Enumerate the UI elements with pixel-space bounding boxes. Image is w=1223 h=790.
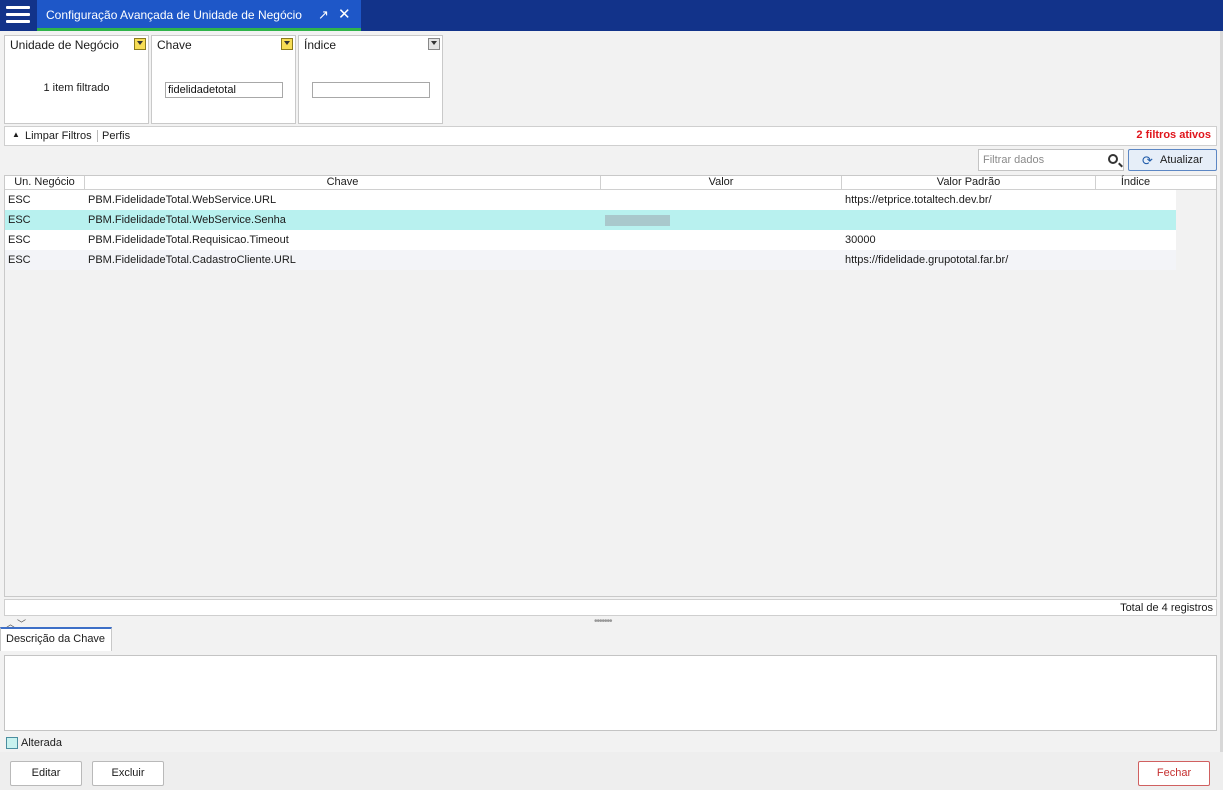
column-header-indice[interactable]: Índice: [1096, 176, 1176, 190]
cell-valor-padrao: https://etprice.totaltech.dev.br/: [845, 194, 992, 206]
filter-card-chave[interactable]: Chave: [151, 35, 296, 124]
data-grid: Un. Negócio Chave Valor Valor Padrão Índ…: [4, 175, 1217, 597]
delete-button[interactable]: Excluir: [92, 761, 164, 786]
total-records: Total de 4 registros: [1120, 602, 1213, 614]
tab-descricao-chave[interactable]: Descrição da Chave: [0, 627, 112, 651]
alterada-label: Alterada: [21, 737, 62, 749]
hamburger-menu-icon[interactable]: [6, 6, 30, 25]
refresh-icon: ⟳: [1142, 153, 1153, 168]
edit-button[interactable]: Editar: [10, 761, 82, 786]
description-textarea[interactable]: [4, 655, 1217, 731]
data-filter-search: [978, 149, 1124, 171]
filter-funnel-icon[interactable]: [134, 38, 146, 50]
close-button[interactable]: Fechar: [1138, 761, 1210, 786]
profiles-link[interactable]: Perfis: [102, 130, 130, 142]
grid-footer: Total de 4 registros: [4, 599, 1217, 616]
refresh-button[interactable]: ⟳ Atualizar: [1128, 149, 1217, 171]
chave-filter-input[interactable]: [165, 82, 283, 98]
tab-label: Descrição da Chave: [6, 633, 106, 645]
pin-icon[interactable]: ↗: [318, 7, 329, 23]
column-header-filler: [1175, 176, 1216, 190]
filter-toolbar: ▲ Limpar Filtros Perfis 2 filtros ativos: [4, 126, 1217, 146]
top-bar: Configuração Avançada de Unidade de Negó…: [0, 0, 1223, 31]
column-header-valor-padrao[interactable]: Valor Padrão: [842, 176, 1096, 190]
cell-valor-padrao: https://fidelidade.grupototal.far.br/: [845, 254, 1009, 266]
cell-valor-padrao: 30000: [845, 234, 876, 246]
filter-card-indice[interactable]: Índice: [298, 35, 443, 124]
cell-chave: PBM.FidelidadeTotal.WebService.URL: [88, 194, 277, 206]
filter-funnel-icon[interactable]: [428, 38, 440, 50]
column-header-valor[interactable]: Valor: [601, 176, 842, 190]
active-filters-count: 2 filtros ativos: [1136, 129, 1211, 141]
table-row[interactable]: ESC PBM.FidelidadeTotal.CadastroCliente.…: [5, 250, 1176, 270]
tab-configuracao-avancada[interactable]: Configuração Avançada de Unidade de Negó…: [37, 0, 361, 31]
splitter-handle[interactable]: •••••••: [594, 616, 612, 627]
button-bar: [0, 752, 1223, 790]
collapse-filters-icon[interactable]: ▲: [12, 130, 20, 139]
cell-chave: PBM.FidelidadeTotal.WebService.Senha: [88, 214, 286, 226]
cell-chave: PBM.FidelidadeTotal.CadastroCliente.URL: [88, 254, 296, 266]
search-icon[interactable]: [1108, 154, 1118, 164]
alterada-checkbox[interactable]: [6, 737, 18, 749]
tab-title: Configuração Avançada de Unidade de Negó…: [46, 8, 302, 22]
cell-un-negocio: ESC: [8, 214, 31, 226]
clear-filters-link[interactable]: Limpar Filtros: [25, 130, 92, 142]
cell-un-negocio: ESC: [8, 234, 31, 246]
close-tab-icon[interactable]: ✕: [338, 5, 351, 23]
column-header-un-negocio[interactable]: Un. Negócio: [5, 176, 85, 190]
filter-card-title: Unidade de Negócio: [10, 38, 119, 52]
table-row-selected[interactable]: ESC PBM.FidelidadeTotal.WebService.Senha: [5, 210, 1176, 230]
table-row[interactable]: ESC PBM.FidelidadeTotal.Requisicao.Timeo…: [5, 230, 1176, 250]
filter-funnel-icon[interactable]: [281, 38, 293, 50]
masked-value: [605, 215, 670, 226]
separator: [97, 130, 98, 142]
column-header-chave[interactable]: Chave: [85, 176, 601, 190]
filter-card-title: Chave: [157, 38, 192, 52]
indice-filter-input[interactable]: [312, 82, 430, 98]
cell-chave: PBM.FidelidadeTotal.Requisicao.Timeout: [88, 234, 289, 246]
search-input[interactable]: [979, 150, 1103, 170]
filter-card-unidade[interactable]: Unidade de Negócio 1 item filtrado: [4, 35, 149, 124]
cell-un-negocio: ESC: [8, 194, 31, 206]
table-row[interactable]: ESC PBM.FidelidadeTotal.WebService.URL h…: [5, 190, 1176, 210]
filter-card-title: Índice: [304, 38, 337, 52]
refresh-label: Atualizar: [1160, 154, 1203, 166]
cell-un-negocio: ESC: [8, 254, 31, 266]
filter-card-info: 1 item filtrado: [43, 82, 110, 94]
